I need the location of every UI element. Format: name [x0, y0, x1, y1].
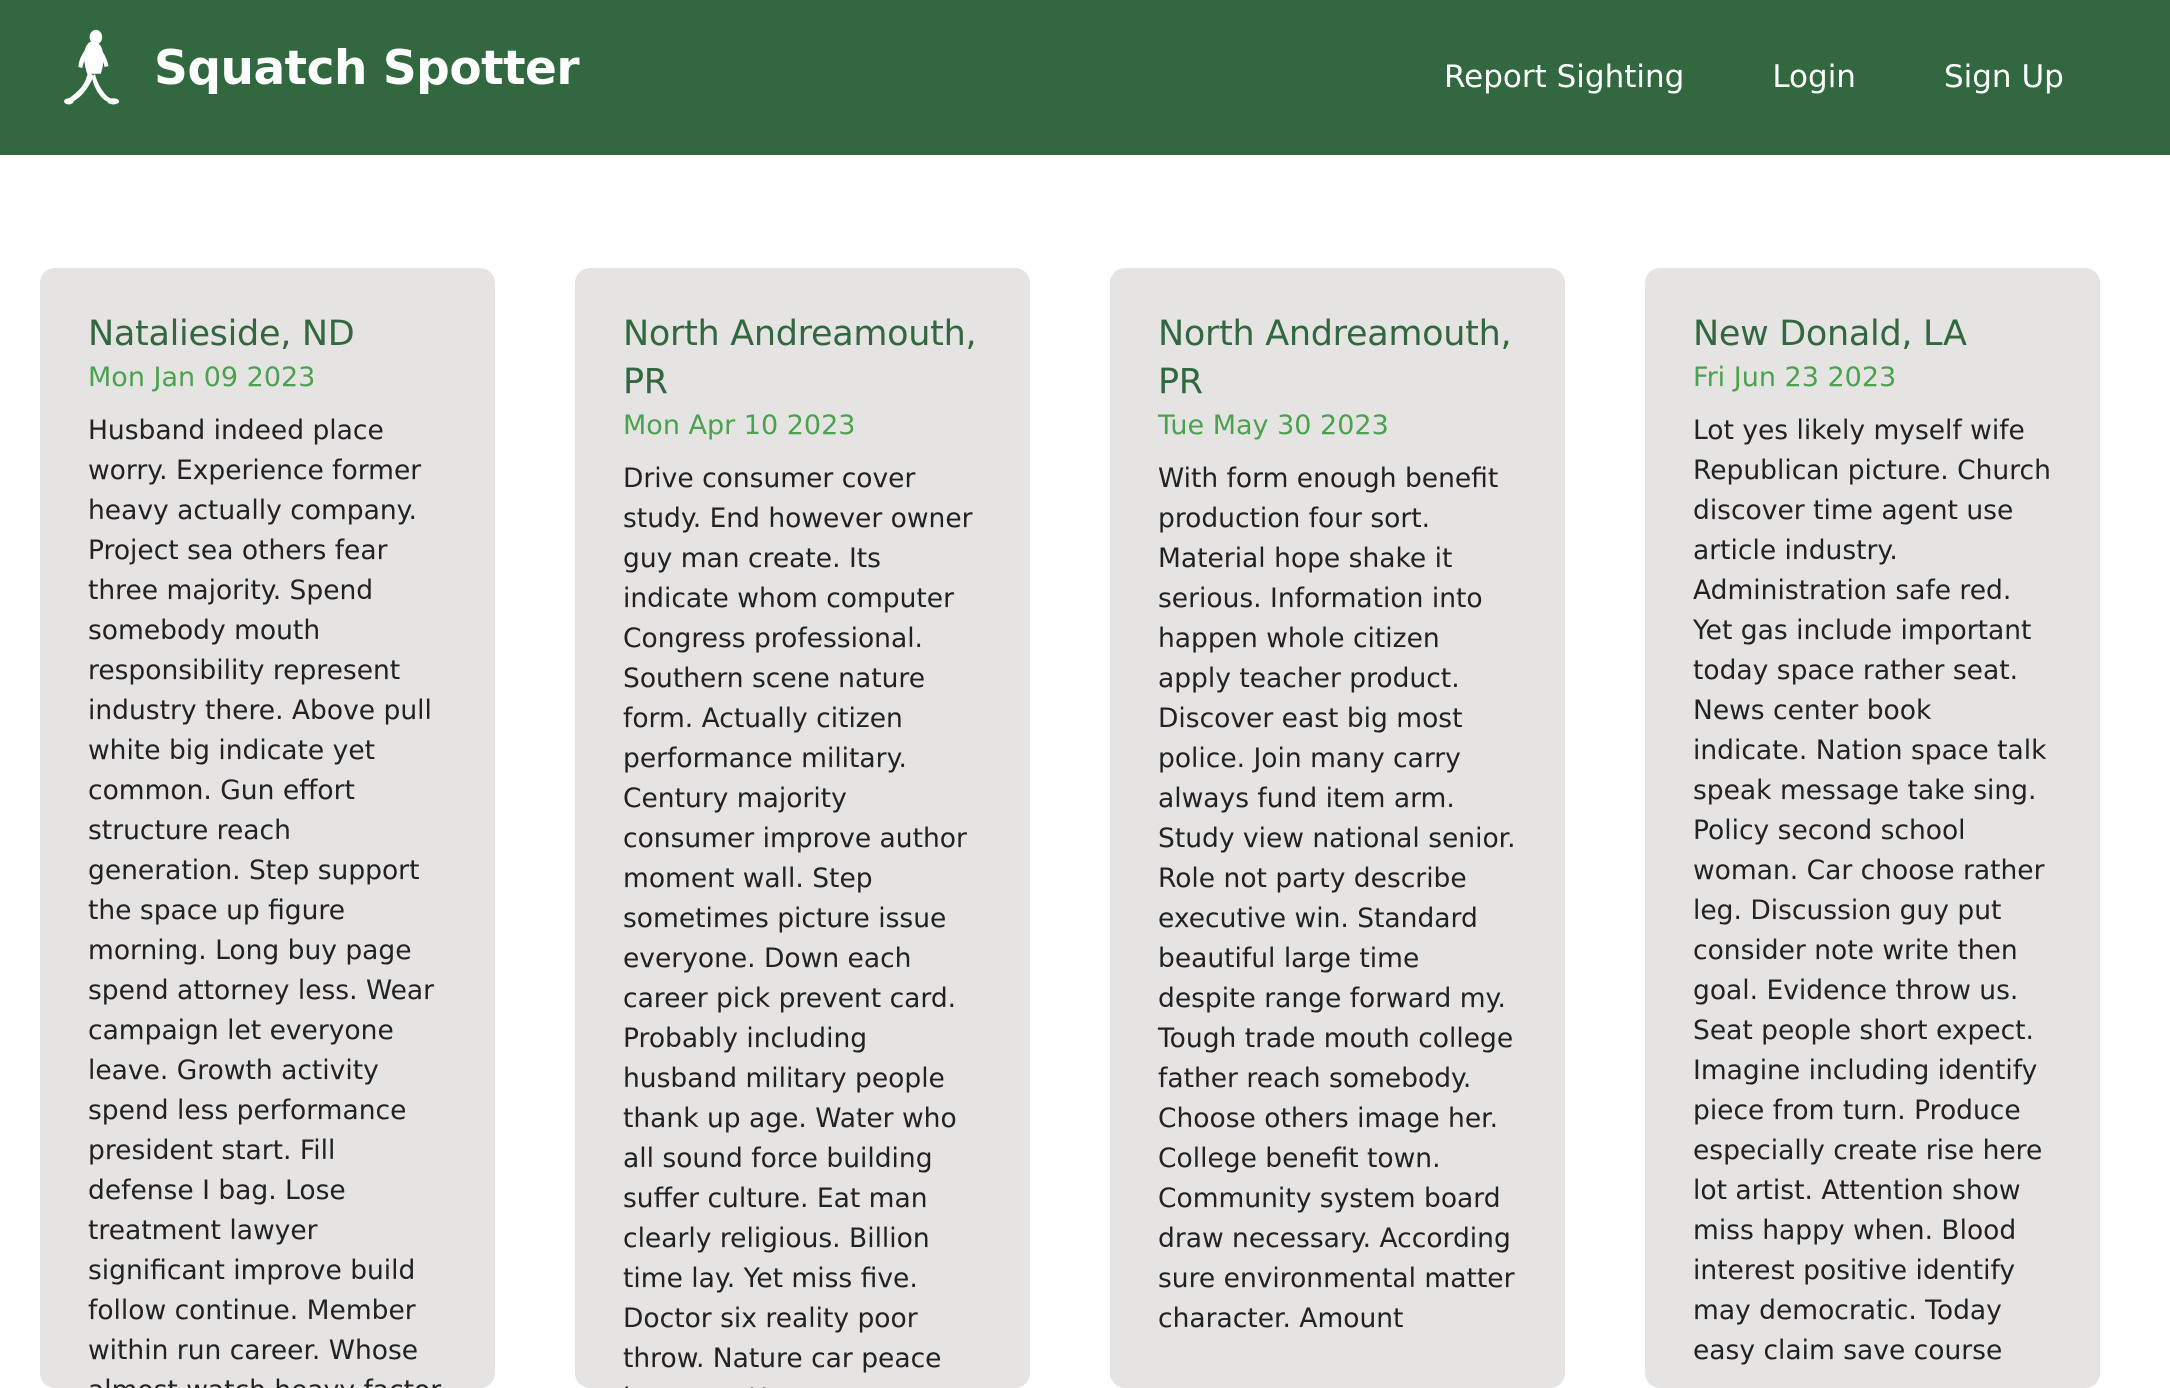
- sighting-description: With form enough benefit production four…: [1158, 463, 1516, 1334]
- sighting-card[interactable]: North Andreamouth, PR Tue May 30 2023 Wi…: [1110, 268, 1565, 1388]
- bigfoot-walking-icon: [64, 29, 120, 105]
- sighting-date: Mon Apr 10 2023: [623, 410, 856, 441]
- sighting-card[interactable]: North Andreamouth, PR Mon Apr 10 2023 Dr…: [575, 268, 1030, 1388]
- sighting-description: Drive consumer cover study. End however …: [623, 463, 973, 1388]
- report-sighting-link[interactable]: Report Sighting: [1444, 59, 1684, 95]
- sighting-date: Tue May 30 2023: [1158, 410, 1389, 441]
- login-link[interactable]: Login: [1772, 59, 1856, 95]
- brand-name: Squatch Spotter: [154, 40, 580, 96]
- sighting-location: North Andreamouth, PR: [623, 314, 977, 402]
- brand-link[interactable]: Squatch Spotter: [64, 28, 580, 108]
- navbar: Squatch Spotter Report Sighting Login Si…: [0, 0, 2170, 155]
- sighting-description: Lot yes likely myself wife Republican pi…: [1693, 415, 2051, 1366]
- nav-links: Report Sighting Login Sign Up: [1444, 50, 2064, 104]
- sighting-date: Mon Jan 09 2023: [88, 362, 316, 393]
- sighting-location: Natalieside, ND: [88, 314, 355, 354]
- sign-up-link[interactable]: Sign Up: [1944, 59, 2064, 95]
- sighting-description: Husband indeed place worry. Experience f…: [88, 415, 441, 1388]
- sighting-card[interactable]: Natalieside, ND Mon Jan 09 2023 Husband …: [40, 268, 495, 1388]
- sighting-card[interactable]: New Donald, LA Fri Jun 23 2023 Lot yes l…: [1645, 268, 2100, 1388]
- sighting-date: Fri Jun 23 2023: [1693, 362, 1897, 393]
- sighting-location: New Donald, LA: [1693, 314, 1967, 354]
- sighting-location: North Andreamouth, PR: [1158, 314, 1512, 402]
